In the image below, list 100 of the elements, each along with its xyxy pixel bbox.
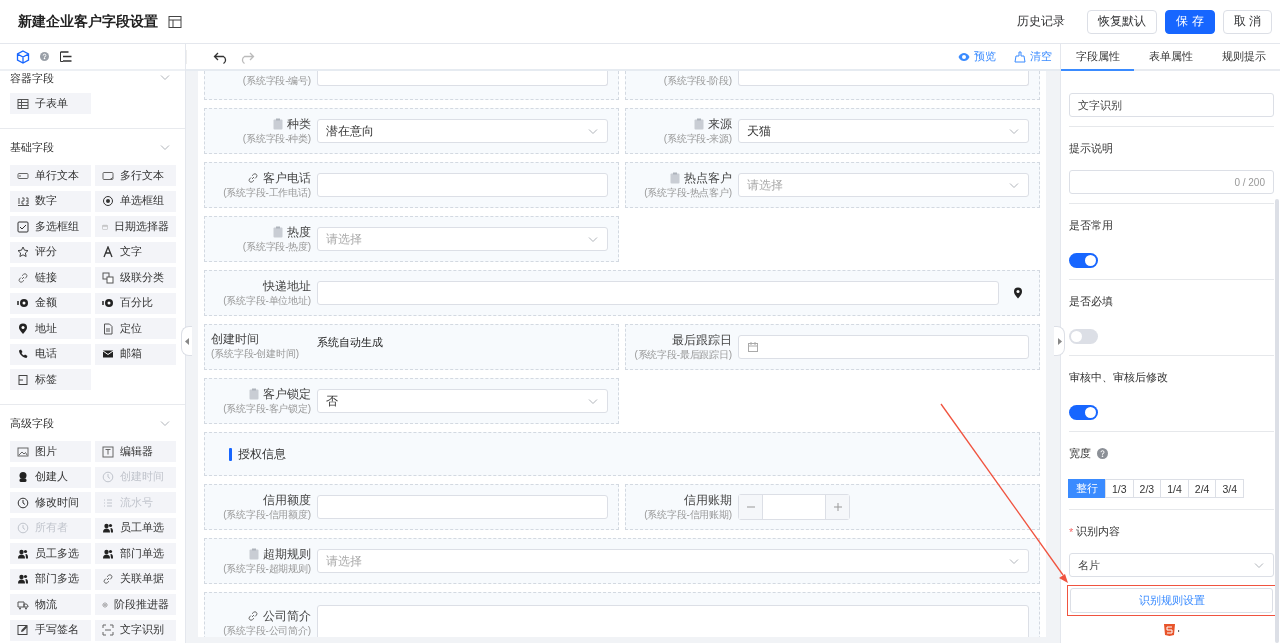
group-title: 高级字段 <box>10 415 54 431</box>
field-type-item[interactable]: 员工单选 <box>95 517 176 539</box>
number-icon <box>17 195 29 207</box>
help-icon <box>1097 448 1108 459</box>
decrement-button[interactable] <box>739 495 762 519</box>
link-icon <box>247 172 259 184</box>
field-type-item[interactable]: 多行文本 <box>95 165 176 186</box>
input-field[interactable] <box>317 281 999 305</box>
form-field[interactable]: 热点客户 (系统字段-热点客户) 请选择 <box>625 162 1040 208</box>
field-type-item[interactable]: 百分比 <box>95 292 176 314</box>
field-type-item[interactable]: 标签 <box>10 369 91 390</box>
field-type-item[interactable]: 多选框组 <box>10 216 91 237</box>
clock-icon <box>102 471 114 483</box>
field-type-item[interactable]: 电话 <box>10 343 91 365</box>
rule-settings-button[interactable]: 识别规则设置 <box>1070 588 1273 613</box>
collapse-handle[interactable] <box>1054 326 1065 356</box>
field-type-item[interactable]: 图片 <box>10 441 91 462</box>
field-type-item[interactable]: 阶段推进器 <box>95 594 176 615</box>
input-field[interactable] <box>317 495 608 519</box>
field-type-item[interactable]: 定位 <box>95 318 176 339</box>
width-option[interactable]: 3/4 <box>1215 479 1245 498</box>
toggle-switch[interactable] <box>1069 405 1098 420</box>
select-field[interactable]: 否 <box>317 389 608 413</box>
form-field[interactable]: 种类 (系统字段-种类) 潜在意向 <box>204 108 619 154</box>
group-title: 基础字段 <box>10 139 54 155</box>
field-type-item[interactable]: 物流 <box>10 594 91 615</box>
scrollbar[interactable] <box>1275 199 1279 643</box>
text-area[interactable] <box>317 605 1029 637</box>
form-field[interactable]: 来源 (系统字段-来源) 天猫 <box>625 108 1040 154</box>
tag-icon <box>17 373 29 386</box>
width-option[interactable]: 1/3 <box>1105 479 1134 498</box>
field-type-item[interactable]: 部门多选 <box>10 568 91 590</box>
field-type-item[interactable]: 文字识别 <box>95 619 176 641</box>
panel-tab[interactable]: 表单属性 <box>1134 44 1207 71</box>
field-type-item[interactable]: 数字 <box>10 190 91 212</box>
checkbox-icon <box>17 220 29 233</box>
input-field[interactable] <box>317 173 608 197</box>
select-field[interactable]: 天猫 <box>738 119 1029 143</box>
width-option[interactable]: 1/4 <box>1160 479 1189 498</box>
input-field[interactable] <box>317 71 608 86</box>
increment-button[interactable] <box>826 495 849 519</box>
field-type-item[interactable]: 修改时间 <box>10 492 91 513</box>
field-type-item[interactable]: 单行文本 <box>10 165 91 186</box>
scan-icon <box>102 624 114 636</box>
people-icon <box>17 573 29 585</box>
form-field[interactable]: 信用额度 (系统字段-信用额度) <box>204 484 619 530</box>
field-type-item[interactable]: 日期选择器 <box>95 216 176 237</box>
toggle-switch[interactable] <box>1069 253 1098 268</box>
link-icon <box>102 573 114 585</box>
field-type-item[interactable]: 单选框组 <box>95 190 176 212</box>
header-button[interactable]: 取 消 <box>1222 9 1272 34</box>
field-type-item[interactable]: 部门单选 <box>95 543 176 564</box>
plus-icon <box>832 502 843 512</box>
clipboard-icon <box>273 118 283 130</box>
panel-tab[interactable]: 字段属性 <box>1061 44 1134 71</box>
input-field[interactable] <box>738 71 1029 86</box>
clear-button[interactable]: 清空 <box>1014 49 1052 64</box>
history-link[interactable]: 历史记录 <box>1017 13 1066 30</box>
field-type-item[interactable]: 编辑器 <box>95 441 176 462</box>
field-type-item[interactable]: 评分 <box>10 241 91 263</box>
form-field[interactable]: 快递地址 (系统字段-单位地址) <box>204 270 1040 316</box>
save-button[interactable]: 保 存 <box>1165 9 1215 34</box>
select-field[interactable]: 潜在意向 <box>317 119 608 143</box>
date-field[interactable] <box>738 335 1029 359</box>
toggle-switch[interactable] <box>1069 329 1098 344</box>
form-field[interactable]: 客户锁定 (系统字段-客户锁定) 否 <box>204 378 619 424</box>
field-type-item[interactable]: 地址 <box>10 318 91 339</box>
form-field[interactable]: 公司简介 (系统字段-公司简介) <box>204 592 1040 637</box>
field-type-item[interactable]: 子表单 <box>10 93 91 114</box>
field-type-item[interactable]: 文字 <box>95 241 176 263</box>
field-name-input[interactable]: 文字识别 <box>1069 93 1274 117</box>
select-field[interactable]: 名片 <box>1069 553 1274 577</box>
form-field[interactable]: 最后跟踪日 (系统字段-最后跟踪日) <box>625 324 1040 370</box>
header-button[interactable]: 恢复默认 <box>1087 9 1158 34</box>
table-icon <box>17 97 29 110</box>
pin-icon <box>17 322 29 335</box>
editor-icon <box>102 445 114 458</box>
form-field[interactable]: 客户电话 (系统字段-工作电话) <box>204 162 619 208</box>
coin-icon <box>17 297 29 309</box>
form-field[interactable]: 热度 (系统字段-热度) 请选择 <box>204 216 619 262</box>
location-button[interactable] <box>1013 287 1023 299</box>
preview-button[interactable]: 预览 <box>958 49 996 64</box>
field-type-item[interactable]: 创建人 <box>10 466 91 488</box>
form-field[interactable]: 创建时间 (系统字段-创建时间) 系统自动生成 <box>204 324 619 370</box>
form-field[interactable]: 超期规则 (系统字段-超期规则) 请选择 <box>204 538 1040 584</box>
collapse-handle[interactable] <box>181 326 192 356</box>
page-title: 新建企业客户字段设置 <box>18 12 158 31</box>
required-mark: * <box>1069 525 1074 538</box>
field-type-item[interactable]: 链接 <box>10 267 91 288</box>
panel-tab[interactable]: 规则提示 <box>1207 44 1280 71</box>
caret-left-icon <box>184 337 190 345</box>
field-type-item[interactable]: 员工多选 <box>10 543 91 564</box>
field-type-item[interactable]: 金额 <box>10 292 91 314</box>
edit-icon <box>17 624 29 636</box>
form-field[interactable]: 信用账期 (系统字段-信用账期) <box>625 484 1040 530</box>
field-type-item[interactable]: 关联单据 <box>95 568 176 590</box>
field-type-item[interactable]: 级联分类 <box>95 267 176 288</box>
field-type-item[interactable]: 邮箱 <box>95 343 176 365</box>
field-type-item[interactable]: 手写签名 <box>10 619 91 641</box>
cube-icon <box>16 49 30 64</box>
